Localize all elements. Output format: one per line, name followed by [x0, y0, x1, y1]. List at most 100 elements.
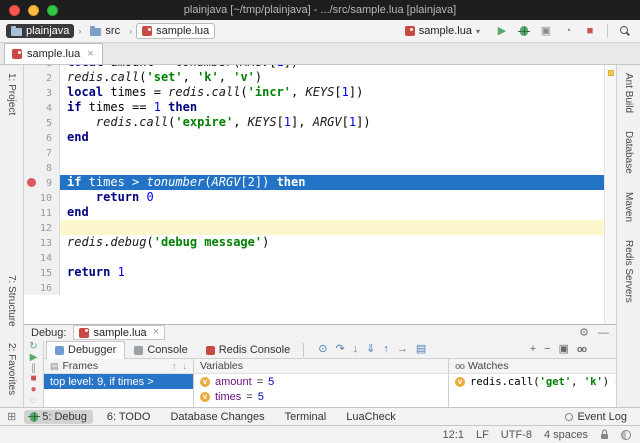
gutter-line-2[interactable]: 2: [24, 70, 60, 85]
tool-window-button-database-changes[interactable]: Database Changes: [164, 410, 270, 424]
gutter-line-10[interactable]: 10: [24, 190, 60, 205]
variable-item-amount[interactable]: v amount = 5: [194, 374, 448, 389]
gutter-line-16[interactable]: 16: [24, 280, 60, 295]
editor-line-4[interactable]: if times == 1 then: [60, 100, 604, 115]
editor-line-3[interactable]: local times = redis.call('incr', KEYS[1]…: [60, 85, 604, 100]
frame-item[interactable]: top level: 9, if times >: [44, 374, 193, 389]
gutter-line-14[interactable]: 14: [24, 250, 60, 265]
debug-button[interactable]: [515, 22, 533, 40]
add-watch-icon[interactable]: +: [530, 344, 536, 355]
gutter-line-13[interactable]: 13: [24, 235, 60, 250]
editor-scroll-area[interactable]: 1local amount = tonumber(ARGV[1])2redis.…: [24, 65, 604, 324]
close-icon[interactable]: ×: [87, 48, 93, 60]
status-widget-0[interactable]: 12:1: [443, 429, 464, 441]
stop-button[interactable]: ■: [581, 22, 599, 40]
code-token: 'debug message': [153, 235, 263, 249]
tool-window-button-ant-build[interactable]: Ant Build: [623, 73, 634, 113]
gutter-line-7[interactable]: 7: [24, 145, 60, 160]
tool-window-button-6-todo[interactable]: 6: TODO: [101, 410, 157, 424]
breakpoint-icon[interactable]: [27, 178, 36, 187]
status-widget-3[interactable]: 4 spaces: [544, 429, 588, 441]
breadcrumb-item-src[interactable]: src: [85, 24, 125, 38]
tool-window-button-maven[interactable]: Maven: [623, 192, 634, 222]
tool-window-button-terminal[interactable]: Terminal: [279, 410, 333, 424]
gutter-line-5[interactable]: 5: [24, 115, 60, 130]
settings-icon[interactable]: ⚙: [579, 327, 589, 339]
tool-window-button-redis-servers[interactable]: Redis Servers: [623, 240, 634, 303]
editor-line-13[interactable]: redis.debug('debug message'): [60, 235, 604, 250]
previous-frame-icon[interactable]: ↑: [172, 361, 177, 371]
editor-line-8[interactable]: [60, 160, 604, 175]
coverage-button[interactable]: ▣: [537, 22, 555, 40]
debug-session-tab[interactable]: sample.lua ×: [73, 325, 166, 341]
breadcrumb-item-sample-lua[interactable]: sample.lua: [136, 23, 216, 39]
status-widget-1[interactable]: LF: [476, 429, 489, 441]
gutter-line-4[interactable]: 4: [24, 100, 60, 115]
mute-breakpoints-button[interactable]: ◌: [31, 396, 37, 407]
zoom-window-button[interactable]: [47, 4, 58, 16]
step-out-icon[interactable]: ↑: [383, 344, 389, 355]
step-into-icon[interactable]: ↓: [353, 344, 359, 355]
editor[interactable]: 1local amount = tonumber(ARGV[1])2redis.…: [24, 65, 616, 324]
hide-tool-window-icon[interactable]: —: [598, 327, 609, 339]
editor-line-2[interactable]: redis.call('set', 'k', 'v'): [60, 70, 604, 85]
editor-line-12[interactable]: [60, 220, 604, 235]
editor-line-6[interactable]: end: [60, 130, 604, 145]
editor-line-15[interactable]: return 1: [60, 265, 604, 280]
gutter-line-9[interactable]: 9: [24, 175, 60, 190]
breadcrumb-item-plainjava[interactable]: plainjava: [6, 24, 75, 38]
debug-tab-redis-console[interactable]: Redis Console: [197, 341, 300, 359]
remove-watch-icon[interactable]: −: [544, 344, 550, 355]
tool-window-button-2-favorites[interactable]: 2: Favorites: [6, 343, 17, 395]
tool-window-button-7-structure[interactable]: 7: Structure: [6, 275, 17, 327]
close-icon[interactable]: ×: [153, 327, 159, 338]
editor-line-7[interactable]: [60, 145, 604, 160]
show-watches-icon[interactable]: oo: [577, 345, 587, 354]
evaluate-expression-icon[interactable]: ▤: [416, 344, 426, 355]
code-token: return: [67, 265, 111, 279]
run-to-cursor-icon[interactable]: →: [397, 344, 408, 355]
lock-icon[interactable]: [600, 429, 609, 440]
minimize-window-button[interactable]: [28, 4, 39, 16]
debug-tab-console[interactable]: Console: [125, 341, 196, 359]
editor-line-10[interactable]: return 0: [60, 190, 604, 205]
code-token: 'expire': [175, 115, 234, 129]
editor-line-11[interactable]: end: [60, 205, 604, 220]
gutter-line-15[interactable]: 15: [24, 265, 60, 280]
event-log-button[interactable]: Event Log: [559, 410, 633, 424]
variable-item-times[interactable]: v times = 5: [194, 389, 448, 404]
run-button[interactable]: ▶: [493, 22, 511, 40]
error-stripe[interactable]: [604, 65, 616, 324]
tool-window-button-database[interactable]: Database: [623, 131, 634, 174]
search-everywhere-button[interactable]: [616, 22, 634, 40]
editor-line-16[interactable]: [60, 280, 604, 295]
gutter-line-11[interactable]: 11: [24, 205, 60, 220]
gutter-line-12[interactable]: 12: [24, 220, 60, 235]
tool-window-button-luacheck[interactable]: LuaCheck: [340, 410, 402, 424]
editor-line-14[interactable]: [60, 250, 604, 265]
gutter-line-6[interactable]: 6: [24, 130, 60, 145]
warning-marker-icon[interactable]: [608, 70, 614, 76]
watch-item[interactable]: v redis.call('get', 'k') = v: [449, 374, 616, 389]
tool-window-button-label: Terminal: [284, 410, 327, 423]
run-config-selector[interactable]: sample.lua ▾: [400, 24, 485, 38]
memory-indicator-icon[interactable]: [621, 429, 631, 440]
debug-tab-debugger[interactable]: Debugger: [46, 340, 126, 359]
close-window-button[interactable]: [9, 4, 20, 16]
line-number: 3: [45, 88, 52, 99]
show-execution-point-icon[interactable]: ⊙: [318, 344, 327, 355]
force-step-into-icon[interactable]: ⇓: [366, 344, 375, 355]
editor-line-9[interactable]: if times > tonumber(ARGV[2]) then: [60, 175, 604, 190]
tool-window-switcher-icon[interactable]: ⊞: [7, 410, 16, 423]
next-frame-icon[interactable]: ↓: [183, 361, 188, 371]
profiler-button[interactable]: ◔: [559, 22, 577, 40]
gutter-line-3[interactable]: 3: [24, 85, 60, 100]
status-widget-2[interactable]: UTF-8: [501, 429, 532, 441]
gutter-line-8[interactable]: 8: [24, 160, 60, 175]
tool-window-button-1-project[interactable]: 1: Project: [6, 73, 17, 115]
copy-watch-icon[interactable]: ▣: [559, 344, 569, 355]
editor-line-5[interactable]: redis.call('expire', KEYS[1], ARGV[1]): [60, 115, 604, 130]
tool-window-button-5-debug[interactable]: 5: Debug: [24, 409, 93, 424]
editor-tab-sample-lua[interactable]: sample.lua ×: [4, 43, 103, 64]
step-over-icon[interactable]: ↷: [335, 344, 344, 355]
